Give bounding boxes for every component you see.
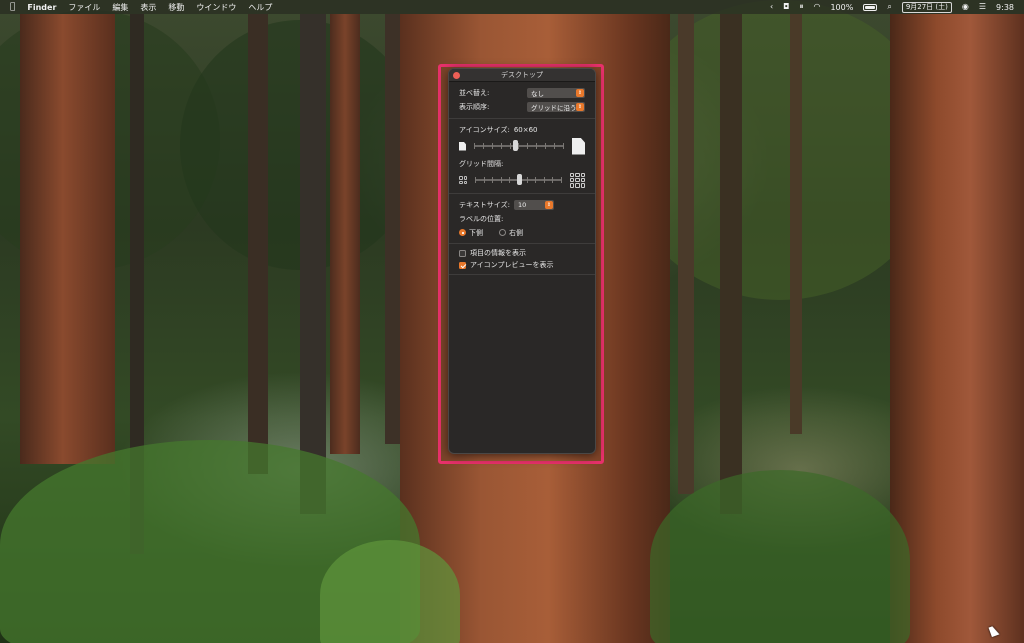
icon-size-value: 60×60 <box>513 126 538 134</box>
options-section: 項目の情報を表示 アイコンプレビューを表示 <box>449 244 595 275</box>
popup-arrows-icon: ⇕ <box>544 201 553 209</box>
small-document-icon <box>459 141 466 151</box>
date-display[interactable]: 9月27日 (土) <box>901 1 952 13</box>
menu-file[interactable]: ファイル <box>68 2 100 13</box>
user-icon[interactable]: ◉ <box>962 0 969 14</box>
show-item-info-label: 項目の情報を表示 <box>470 249 526 257</box>
order-value: グリッドに沿う <box>531 104 577 112</box>
battery-icon[interactable] <box>863 3 878 11</box>
show-icon-preview-label: アイコンプレビューを表示 <box>470 261 554 269</box>
text-size-label: テキストサイズ: <box>459 201 510 209</box>
sort-popup[interactable]: なし ⇕ <box>527 88 585 98</box>
label-right-text: 右側 <box>509 228 523 237</box>
sort-value: なし <box>531 90 544 98</box>
show-icon-preview-checkbox[interactable] <box>459 261 466 269</box>
sort-label: 並べ替え: <box>459 89 490 97</box>
label-bottom-radio[interactable] <box>459 229 466 236</box>
menu-edit[interactable]: 編集 <box>112 2 128 13</box>
menu-help[interactable]: ヘルプ <box>248 2 272 13</box>
popup-arrows-icon: ⇕ <box>576 89 584 97</box>
tree-trunk <box>720 14 742 514</box>
label-bottom-option[interactable]: 下側 <box>459 228 483 238</box>
label-right-option[interactable]: 右側 <box>499 228 523 238</box>
tree-trunk <box>330 14 360 454</box>
text-size-value: 10 <box>517 201 527 209</box>
popup-arrows-icon: ⇕ <box>576 103 584 111</box>
grid-spacing-slider[interactable] <box>475 174 562 185</box>
tree-trunk <box>385 14 401 444</box>
menu-go[interactable]: 移動 <box>168 2 184 13</box>
text-size-popup[interactable]: 10 ⇕ <box>513 200 554 210</box>
pause-icon[interactable]: ⏸ <box>799 0 803 14</box>
menu-bar:  Finder ファイル 編集 表示 移動 ウインドウ ヘルプ ‹ ◘ ⏸ ◠… <box>0 0 1024 14</box>
menu-view[interactable]: 表示 <box>140 2 156 13</box>
tree-trunk <box>790 14 802 434</box>
control-center-icon[interactable]: ☰ <box>979 0 986 14</box>
app-status-icon[interactable]: ◘ <box>783 0 789 14</box>
grid-spacing-label: グリッド間隔: <box>459 160 504 168</box>
apple-menu-icon[interactable]:  <box>10 0 15 14</box>
text-section: テキストサイズ: 10 ⇕ ラベルの位置: 下側 右側 <box>449 194 595 244</box>
order-popup[interactable]: グリッドに沿う ⇕ <box>527 102 585 112</box>
battery-percent: 100% <box>830 2 854 12</box>
wifi-icon[interactable]: ◠ <box>813 0 820 14</box>
close-button[interactable] <box>453 72 460 79</box>
show-item-info-option[interactable]: 項目の情報を表示 <box>459 247 585 259</box>
panel-title: デスクトップ <box>501 71 543 79</box>
search-icon[interactable]: ⌕ <box>887 0 891 14</box>
order-label: 表示順序: <box>459 103 490 111</box>
tree-trunk <box>248 14 268 474</box>
label-right-radio[interactable] <box>499 229 506 236</box>
icon-size-label: アイコンサイズ: <box>459 126 510 134</box>
small-grid-icon <box>459 176 467 184</box>
show-item-info-checkbox[interactable] <box>459 249 466 257</box>
menu-app-finder[interactable]: Finder <box>27 3 56 12</box>
sort-section: 並べ替え: なし ⇕ 表示順序: グリッドに沿う ⇕ <box>449 82 595 119</box>
label-bottom-text: 下側 <box>469 228 483 237</box>
clock[interactable]: 9:38 <box>996 3 1014 12</box>
icon-size-slider[interactable] <box>474 140 564 151</box>
icon-size-slider-knob[interactable] <box>512 140 518 151</box>
desktop-view-options-panel: デスクトップ 並べ替え: なし ⇕ 表示順序: グリッドに沿う ⇕ アイコンサイ… <box>448 68 596 454</box>
label-position-label: ラベルの位置: <box>459 215 504 223</box>
size-section: アイコンサイズ: 60×60 グリッド間隔: <box>449 119 595 194</box>
show-icon-preview-option[interactable]: アイコンプレビューを表示 <box>459 259 585 271</box>
large-grid-icon <box>570 172 585 188</box>
large-document-icon <box>572 137 585 155</box>
grid-spacing-slider-knob[interactable] <box>516 174 522 185</box>
tree-trunk <box>20 14 115 464</box>
chevron-left-icon[interactable]: ‹ <box>770 0 773 14</box>
tree-trunk <box>678 14 694 494</box>
menu-window[interactable]: ウインドウ <box>196 2 236 13</box>
tree-trunk <box>300 14 326 514</box>
tree-trunk <box>890 14 1024 643</box>
panel-titlebar[interactable]: デスクトップ <box>449 69 595 82</box>
